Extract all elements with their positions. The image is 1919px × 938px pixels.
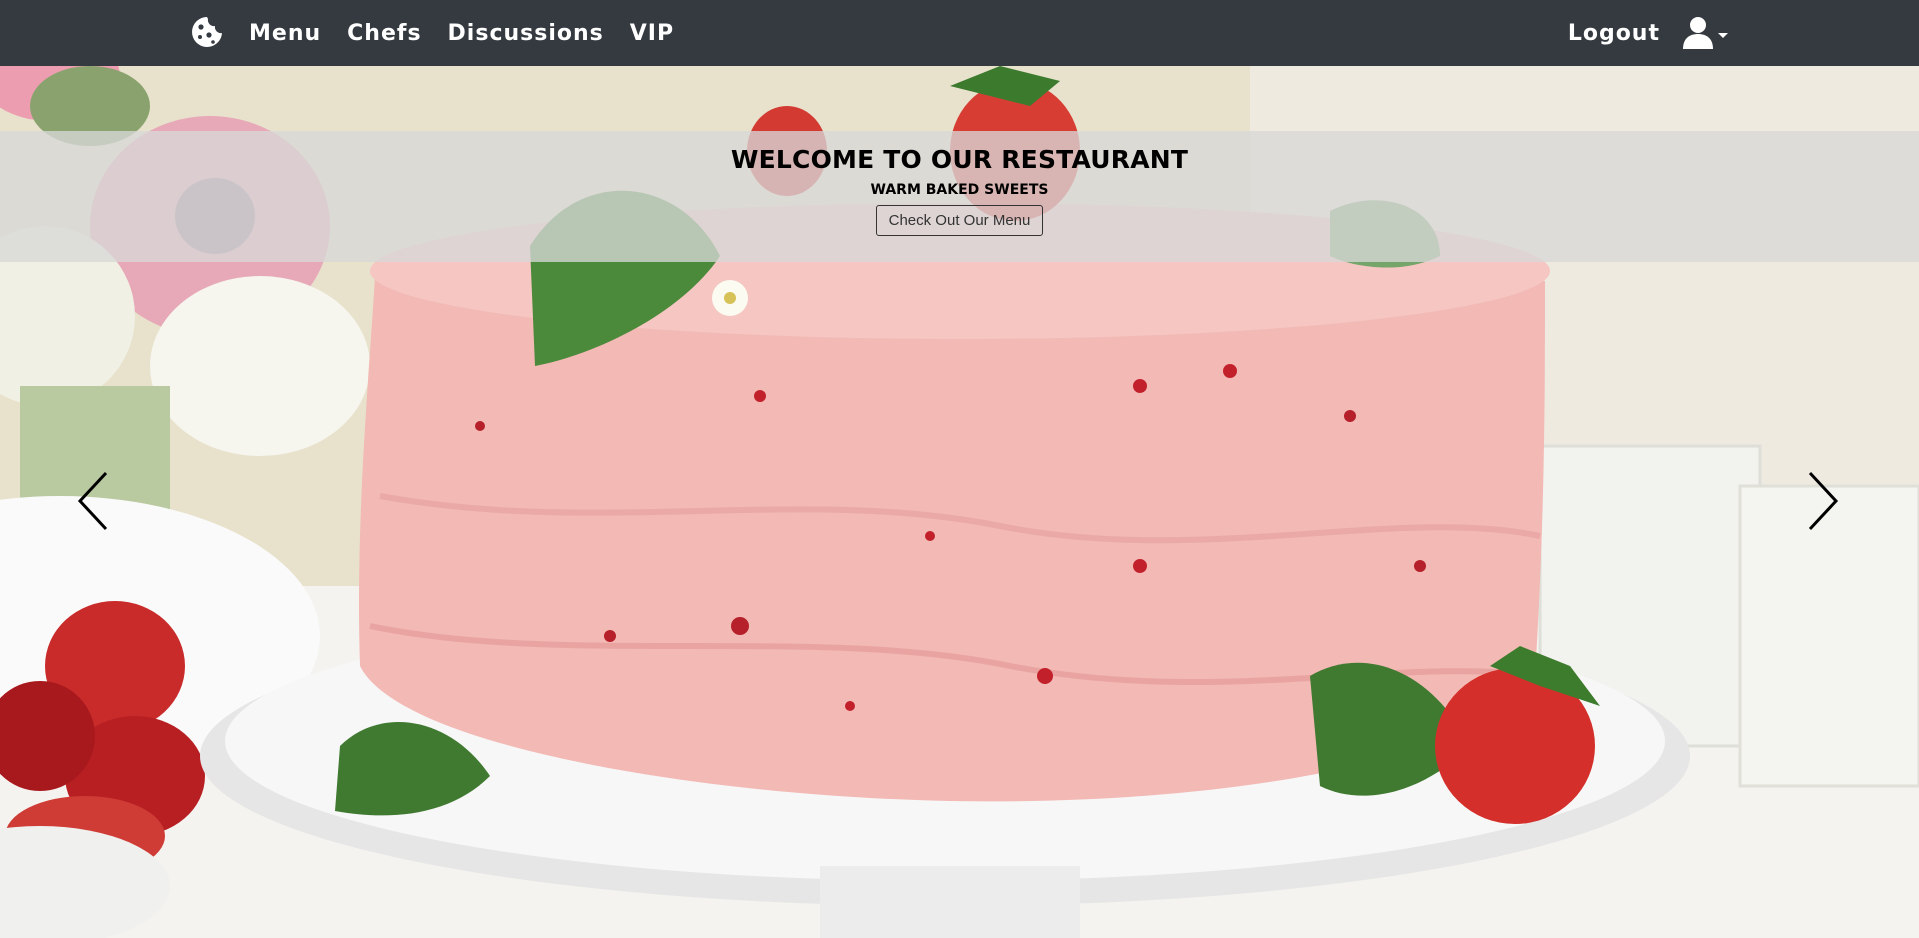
- nav-menu-link[interactable]: Menu: [249, 21, 321, 46]
- hero-title: WELCOME TO OUR RESTAURANT: [730, 145, 1189, 174]
- logout-link[interactable]: Logout: [1568, 21, 1660, 46]
- nav-links: Menu Chefs Discussions VIP: [249, 0, 674, 66]
- cookie-icon[interactable]: [190, 15, 224, 49]
- hero-subtitle: WARM BAKED SWEETS: [870, 182, 1049, 198]
- carousel-next-button[interactable]: [1802, 471, 1842, 531]
- nav-chefs-link[interactable]: Chefs: [347, 21, 421, 46]
- hero-carousel: WELCOME TO OUR RESTAURANT WARM BAKED SWE…: [0, 66, 1919, 938]
- user-dropdown-toggle[interactable]: [1682, 16, 1729, 50]
- hero-caption: WELCOME TO OUR RESTAURANT WARM BAKED SWE…: [0, 131, 1919, 262]
- chevron-left-icon: [77, 471, 108, 531]
- user-icon: [1683, 17, 1713, 49]
- caret-down-icon: [1718, 33, 1728, 38]
- chevron-right-icon: [1808, 471, 1839, 531]
- check-out-menu-button[interactable]: Check Out Our Menu: [875, 205, 1044, 236]
- nav-vip-link[interactable]: VIP: [630, 21, 674, 46]
- nav-discussions-link[interactable]: Discussions: [448, 21, 604, 46]
- navbar: Menu Chefs Discussions VIP Logout: [0, 0, 1919, 66]
- nav-right: Logout: [1568, 0, 1729, 66]
- carousel-prev-button[interactable]: [76, 471, 116, 531]
